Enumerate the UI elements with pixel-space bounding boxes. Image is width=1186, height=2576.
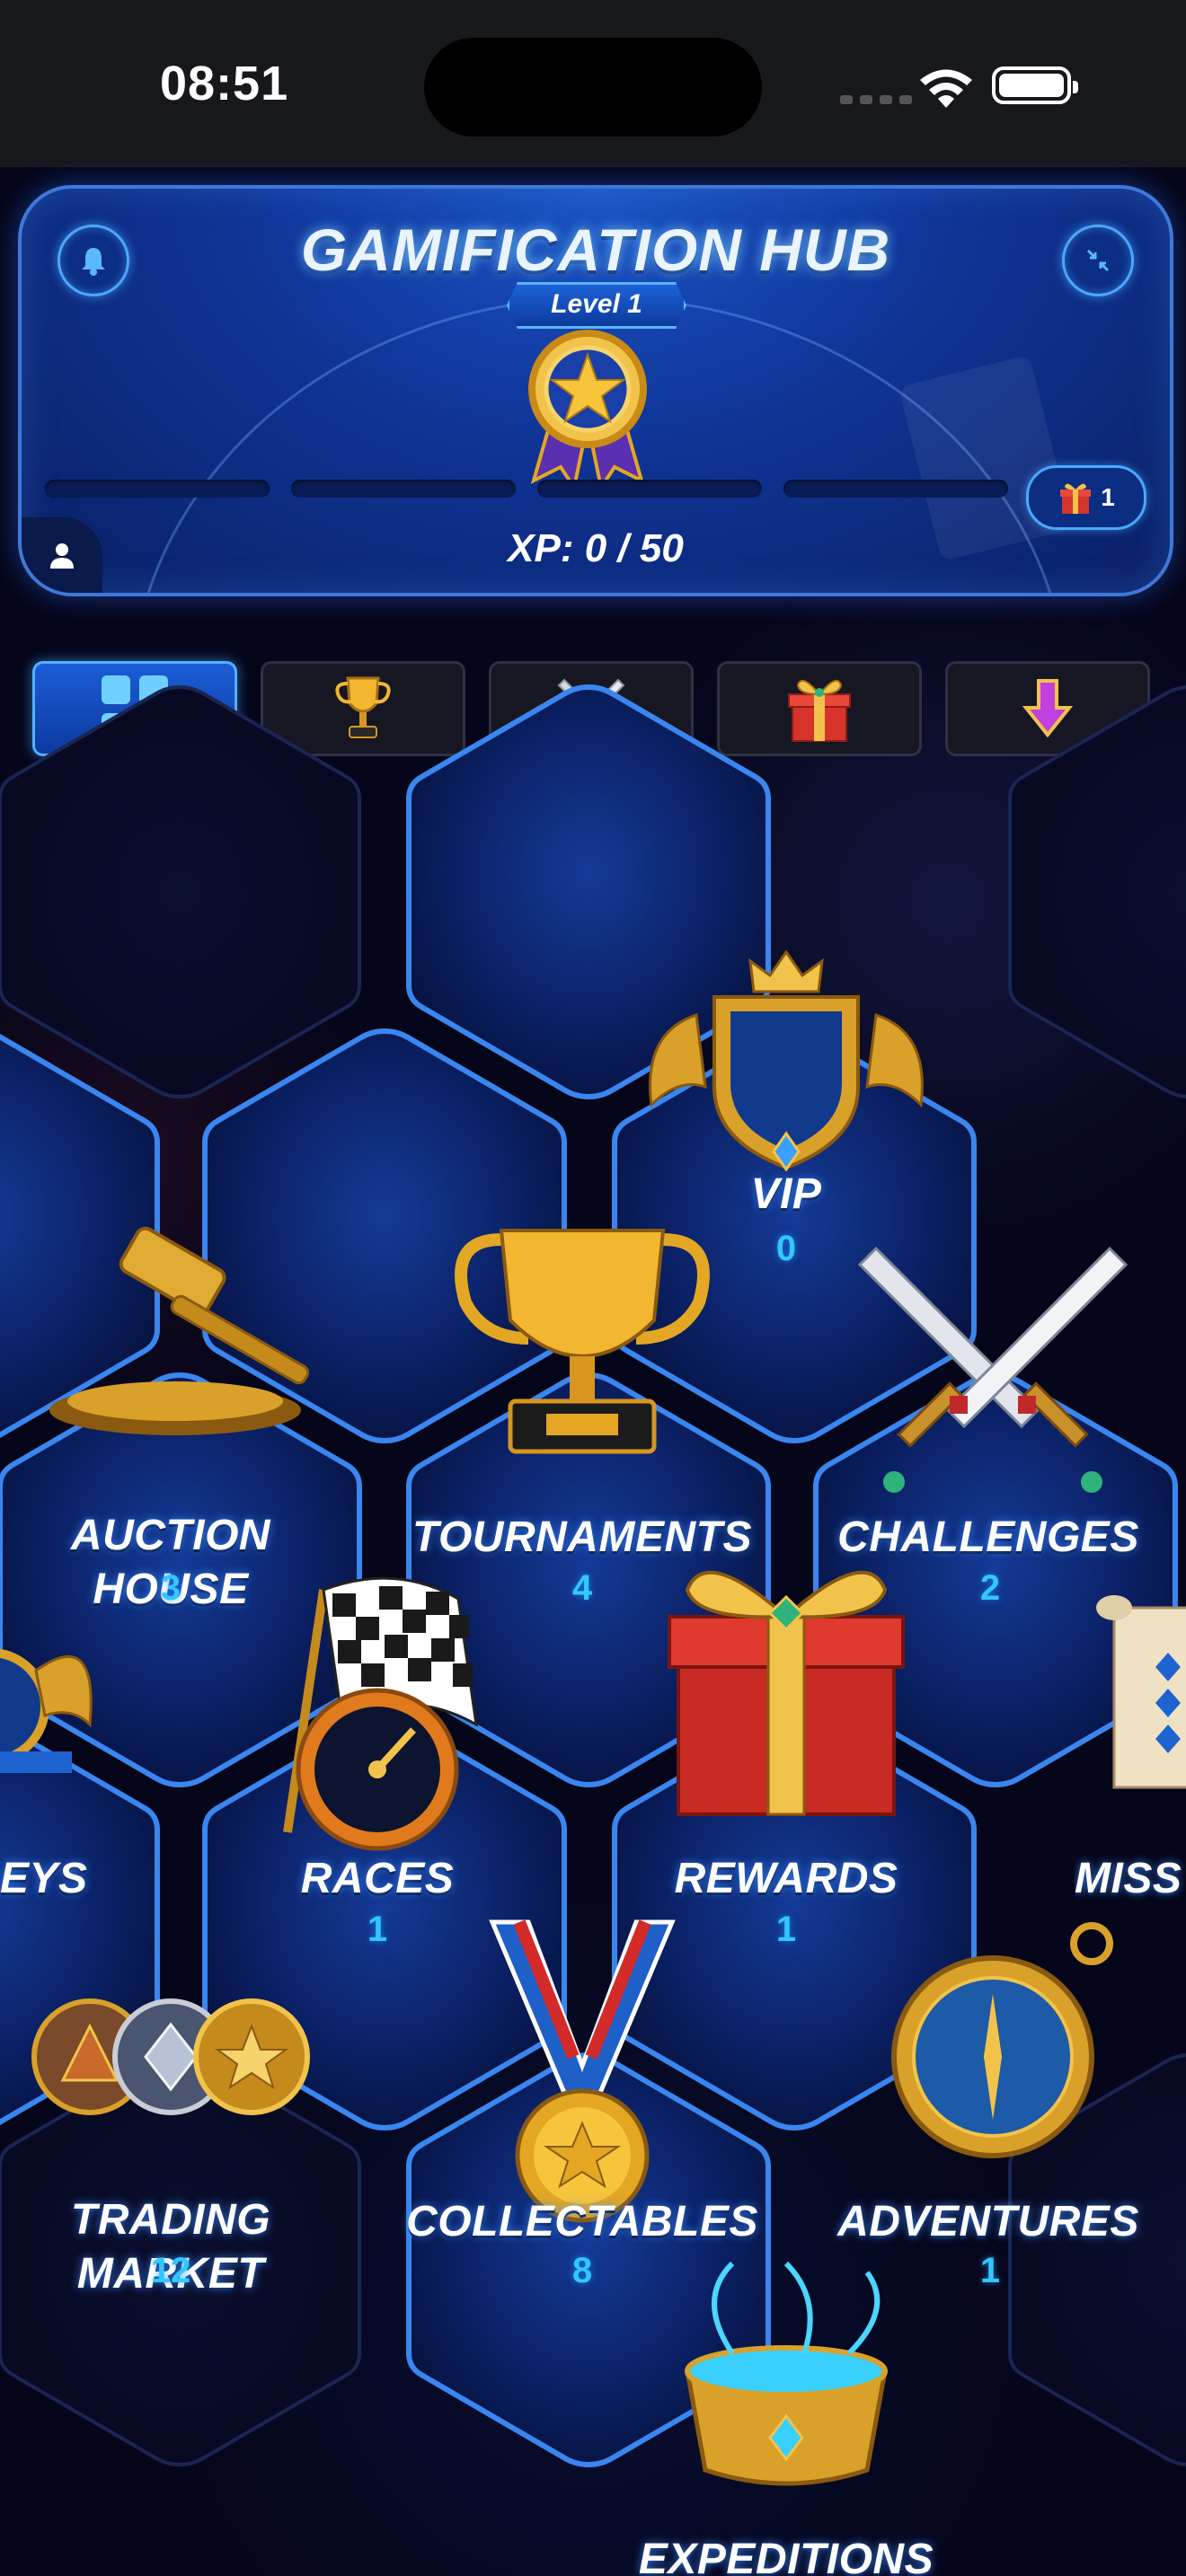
tile-challenges[interactable]: CHALLENGES [791, 1511, 1186, 1565]
tile-label: VIP [750, 1170, 822, 1218]
tile-collectables[interactable]: COLLECTABLES [385, 2195, 780, 2249]
tile-races[interactable]: RACES [270, 1852, 485, 1906]
tile-missions[interactable]: MISS [1075, 1852, 1186, 1906]
tile-label: COLLECTABLES [406, 2198, 758, 2245]
tile-label: EYS [0, 1855, 88, 1902]
tile-count: 12 [150, 2251, 191, 2290]
tile-rewards[interactable]: REWARDS [642, 1852, 930, 1906]
tile-label: ADVENTURES [837, 2198, 1139, 2245]
winged-emblem-icon [0, 1648, 93, 1773]
tile-count: 2 [979, 1568, 1001, 1608]
tile-vip[interactable]: VIP [678, 1168, 894, 1222]
empty-hex-slot [1008, 685, 1186, 1098]
tile-label: RACES [300, 1855, 455, 1902]
tile-count: 1 [979, 2251, 1001, 2290]
tile-expeditions[interactable]: EXPEDITIONS [589, 2533, 984, 2576]
tile-label: EXPEDITIONS [638, 2536, 934, 2576]
tile-keys[interactable]: EYS [0, 1852, 99, 1906]
tile-label: MISS [1075, 1855, 1182, 1902]
tile-count: 4 [571, 1568, 593, 1608]
empty-hex-slot [0, 685, 361, 1098]
tile-count: 3 [160, 1568, 181, 1608]
tile-count: 1 [775, 1910, 797, 1949]
medal-icon [489, 1919, 676, 2223]
coins-icon [31, 1998, 310, 2115]
tile-count: 0 [775, 1229, 797, 1268]
tile-count: 1 [367, 1910, 388, 1949]
tile-tournaments[interactable]: TOURNAMENTS [385, 1511, 780, 1565]
tile-label: REWARDS [674, 1855, 898, 1902]
cauldron-icon [685, 2261, 888, 2486]
tile-label: CHALLENGES [837, 1513, 1139, 1561]
tile-label: TOURNAMENTS [412, 1513, 752, 1561]
tile-count: 8 [571, 2251, 593, 2290]
tile-adventures[interactable]: ADVENTURES [791, 2195, 1186, 2249]
gift-box-icon [668, 1570, 905, 1816]
